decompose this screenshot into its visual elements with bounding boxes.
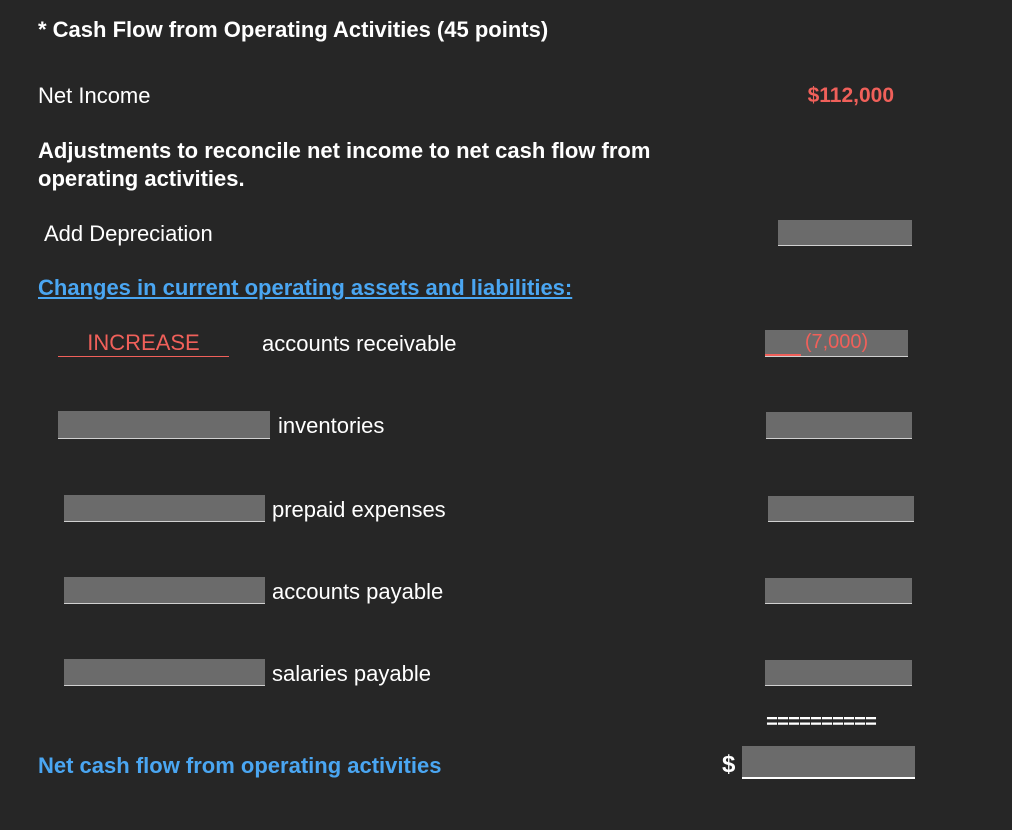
direction-select-inventories[interactable]: [58, 411, 270, 439]
amount-input-accounts-payable[interactable]: [765, 578, 912, 604]
amount-value-accounts-receivable: (7,000): [804, 331, 869, 353]
item-label-inventories: inventories: [278, 413, 385, 438]
item-label-prepaid-expenses: prepaid expenses: [272, 497, 446, 522]
changes-heading: Changes in current operating assets and …: [38, 275, 573, 300]
direction-select-prepaid-expenses[interactable]: [64, 495, 265, 522]
depreciation-input[interactable]: [778, 220, 912, 246]
direction-select-accounts-payable[interactable]: [64, 577, 265, 604]
net-cash-flow-currency: $: [722, 751, 736, 778]
item-label-accounts-receivable: accounts receivable: [262, 331, 457, 356]
amount-input-inventories[interactable]: [766, 412, 912, 439]
page-title: * Cash Flow from Operating Activities (4…: [38, 17, 549, 42]
item-label-accounts-payable: accounts payable: [272, 579, 444, 604]
net-cash-flow-input[interactable]: [742, 746, 915, 779]
double-underline-rule: ==========: [766, 712, 877, 735]
depreciation-label: Add Depreciation: [44, 221, 213, 246]
amount-input-prepaid-expenses[interactable]: [768, 496, 914, 522]
direction-select-accounts-receivable[interactable]: INCREASE: [58, 329, 229, 357]
error-underline: [765, 354, 801, 356]
net-cash-flow-label: Net cash flow from operating activities: [38, 753, 442, 778]
net-income-value: $112,000: [807, 84, 894, 107]
direction-select-salaries-payable[interactable]: [64, 659, 265, 686]
net-income-label: Net Income: [38, 83, 151, 108]
item-label-salaries-payable: salaries payable: [272, 661, 431, 686]
adjustments-heading: Adjustments to reconcile net income to n…: [38, 138, 651, 191]
amount-input-salaries-payable[interactable]: [765, 660, 912, 686]
amount-input-accounts-receivable[interactable]: (7,000): [765, 330, 908, 357]
